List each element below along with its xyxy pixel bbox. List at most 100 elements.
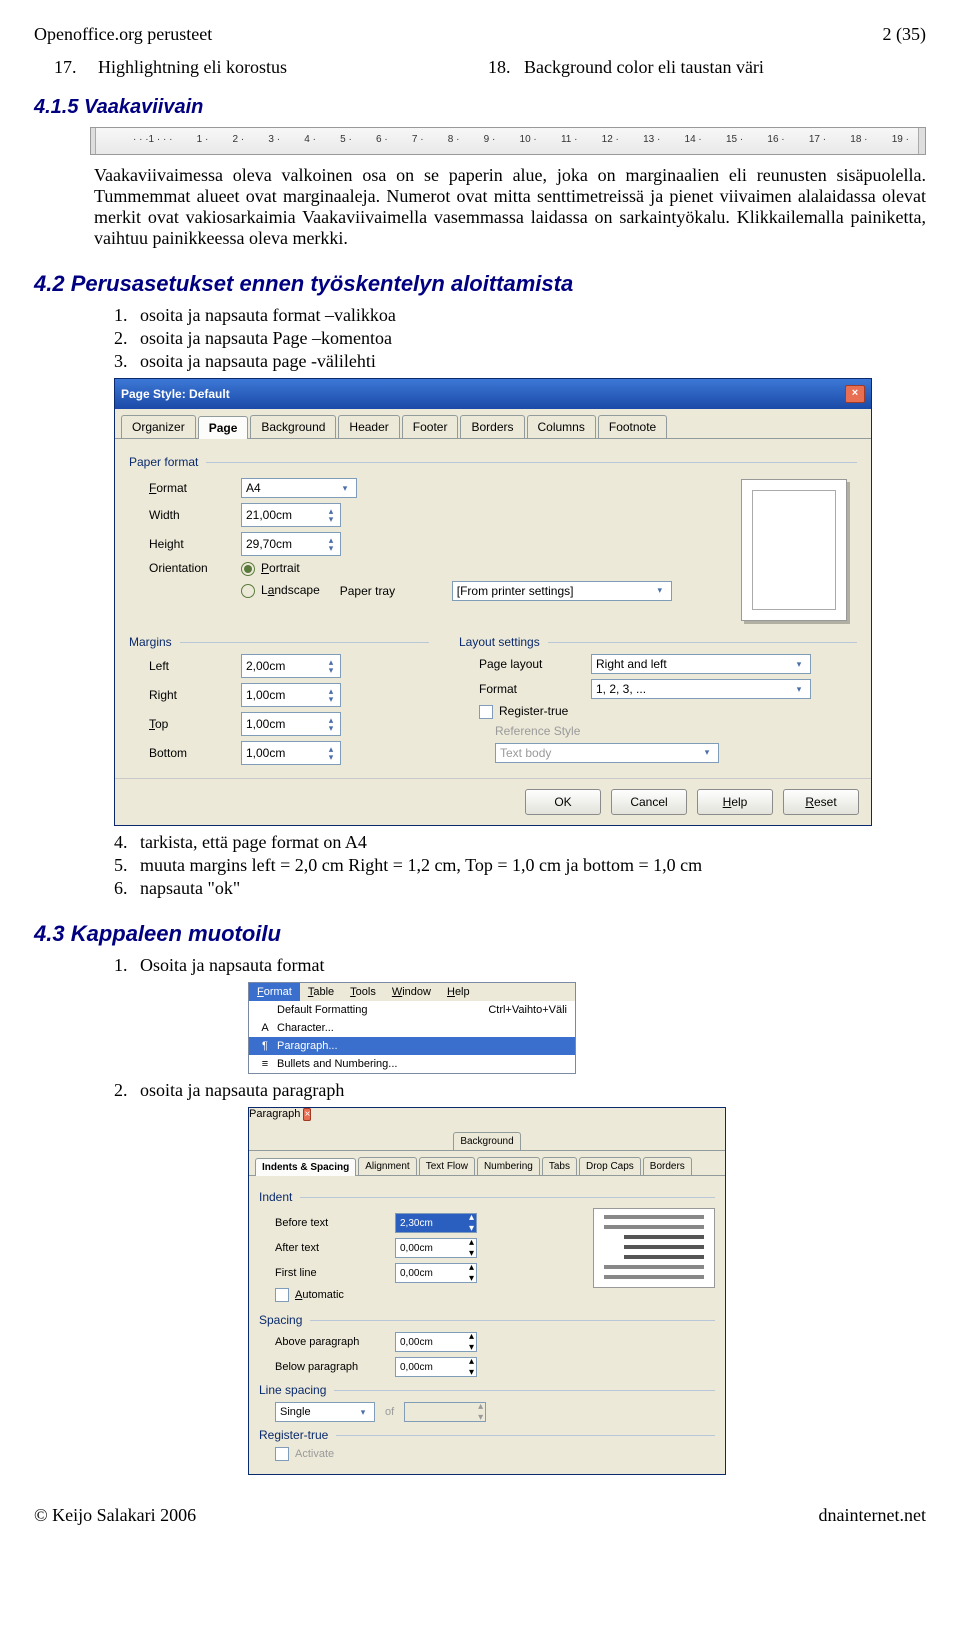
ruler-tick: 19 · — [892, 134, 909, 145]
below-spinner[interactable]: 0,00cm▴▾ — [395, 1357, 477, 1377]
below-paragraph-label: Below paragraph — [275, 1361, 395, 1373]
activate-checkbox: Activate — [275, 1447, 334, 1461]
step-4-3-1: Osoita ja napsauta format — [140, 955, 324, 976]
menu-top-tools[interactable]: Tools — [342, 983, 384, 1001]
width-label: Width — [149, 508, 241, 522]
landscape-radio[interactable]: Landscape — [241, 583, 320, 598]
paragraph-dialog: Paragraph × Background Indents & Spacing… — [248, 1107, 726, 1475]
ruler-tick: 8 · — [448, 134, 460, 145]
reference-style-combo: Text body▾ — [495, 743, 719, 763]
group-spacing: Spacing — [259, 1313, 302, 1327]
line-spacing-combo[interactable]: Single▾ — [275, 1402, 375, 1422]
paper-tray-combo[interactable]: [From printer settings]▾ — [452, 581, 672, 601]
group-layout: Layout settings — [459, 635, 540, 649]
number-format-combo[interactable]: 1, 2, 3, ...▾ — [591, 679, 811, 699]
of-spinner: ▴▾ — [404, 1402, 486, 1422]
above-paragraph-label: Above paragraph — [275, 1336, 395, 1348]
bottom-spinner[interactable]: 1,00cm▴▾ — [241, 741, 341, 765]
para-vaakaviivain: Vaakaviivaimessa oleva valkoinen osa on … — [94, 165, 926, 249]
tab-footnote[interactable]: Footnote — [598, 415, 667, 438]
group-register-true: Register-true — [259, 1428, 328, 1442]
page-layout-combo[interactable]: Right and left▾ — [591, 654, 811, 674]
step: osoita ja napsauta Page –komentoa — [140, 328, 392, 349]
ruler-tick: 6 · — [376, 134, 388, 145]
tab-header[interactable]: Header — [338, 415, 399, 438]
ruler-tick: 1 · — [197, 134, 209, 145]
close-icon[interactable]: × — [303, 1108, 311, 1121]
ruler-tick: 18 · — [850, 134, 867, 145]
bottom-label: Bottom — [149, 746, 241, 760]
menu-item[interactable]: ¶Paragraph... — [249, 1037, 575, 1055]
ruler-right-margin — [918, 128, 925, 154]
ptab-text-flow[interactable]: Text Flow — [419, 1157, 475, 1175]
after-text-spinner[interactable]: 0,00cm▴▾ — [395, 1238, 477, 1258]
group-paper-format: Paper format — [129, 455, 198, 469]
cancel-button[interactable]: Cancel — [611, 789, 687, 815]
ptab-indents-&-spacing[interactable]: Indents & Spacing — [255, 1158, 356, 1176]
menu-top-window[interactable]: Window — [384, 983, 439, 1001]
format-label: Format — [149, 481, 241, 495]
menu-top-help[interactable]: Help — [439, 983, 478, 1001]
item18-label: Background color eli taustan väri — [524, 57, 926, 78]
reset-button[interactable]: Reset — [783, 789, 859, 815]
ruler-tick: 4 · — [304, 134, 316, 145]
menu-item[interactable]: ACharacter... — [249, 1019, 575, 1037]
tab-footer[interactable]: Footer — [402, 415, 459, 438]
menu-top-format[interactable]: Format — [249, 983, 300, 1001]
ptab-borders[interactable]: Borders — [643, 1157, 692, 1175]
top-spinner[interactable]: 1,00cm▴▾ — [241, 712, 341, 736]
close-icon[interactable]: × — [845, 385, 865, 403]
left-spinner[interactable]: 2,00cm▴▾ — [241, 654, 341, 678]
step: tarkista, että page format on A4 — [140, 832, 367, 853]
tab-background[interactable]: Background — [453, 1132, 520, 1150]
group-line-spacing: Line spacing — [259, 1383, 326, 1397]
after-text-label: After text — [275, 1242, 395, 1254]
footer-right: dnainternet.net — [819, 1505, 926, 1526]
first-line-spinner[interactable]: 0,00cm▴▾ — [395, 1263, 477, 1283]
ruler-tick: 5 · — [340, 134, 352, 145]
page-layout-label: Page layout — [479, 657, 591, 671]
dialog-title: Page Style: Default — [121, 387, 230, 401]
ptab-drop-caps[interactable]: Drop Caps — [579, 1157, 641, 1175]
format-combo[interactable]: A4▾ — [241, 478, 357, 498]
ptab-tabs[interactable]: Tabs — [542, 1157, 577, 1175]
menu-item[interactable]: Default FormattingCtrl+Vaihto+Väli — [249, 1001, 575, 1019]
portrait-radio[interactable]: Portrait — [241, 561, 300, 576]
tab-organizer[interactable]: Organizer — [121, 415, 196, 438]
register-true-checkbox[interactable]: Register-true — [479, 704, 568, 719]
step: osoita ja napsauta format –valikkoa — [140, 305, 396, 326]
footer-left: © Keijo Salakari 2006 — [34, 1505, 196, 1526]
tab-borders[interactable]: Borders — [460, 415, 524, 438]
ok-button[interactable]: OK — [525, 789, 601, 815]
ptab-numbering[interactable]: Numbering — [477, 1157, 540, 1175]
menu-item[interactable]: ≡Bullets and Numbering... — [249, 1055, 575, 1073]
ruler-left-margin — [91, 128, 96, 154]
tab-background[interactable]: Background — [250, 415, 336, 438]
step-4-3-2: osoita ja napsauta paragraph — [140, 1080, 344, 1101]
automatic-checkbox[interactable]: Automatic — [275, 1288, 344, 1302]
ruler-tick: 12 · — [602, 134, 619, 145]
doc-title: Openoffice.org perusteet — [34, 24, 212, 45]
before-text-spinner[interactable]: 2,30cm▴▾ — [395, 1213, 477, 1233]
height-label: Height — [149, 537, 241, 551]
width-spinner[interactable]: 21,00cm▴▾ — [241, 503, 341, 527]
paper-tray-label: Paper tray — [340, 584, 452, 598]
ruler-tick: 10 · — [520, 134, 537, 145]
help-button[interactable]: Help — [697, 789, 773, 815]
height-spinner[interactable]: 29,70cm▴▾ — [241, 532, 341, 556]
heading-4-1-5: 4.1.5 Vaakaviivain — [34, 96, 926, 119]
dialog-tabs: OrganizerPageBackgroundHeaderFooterBorde… — [115, 409, 871, 439]
menu-top-table[interactable]: Table — [300, 983, 342, 1001]
ruler-tick: 11 · — [561, 134, 578, 145]
right-spinner[interactable]: 1,00cm▴▾ — [241, 683, 341, 707]
format-menu: FormatTableToolsWindowHelp Default Forma… — [248, 982, 576, 1074]
above-spinner[interactable]: 0,00cm▴▾ — [395, 1332, 477, 1352]
chevron-down-icon: ▾ — [653, 585, 667, 596]
of-label: of — [385, 1406, 394, 1418]
tab-columns[interactable]: Columns — [527, 415, 596, 438]
ruler-tick: 2 · — [233, 134, 245, 145]
menu-icon: ¶ — [257, 1040, 273, 1052]
tab-page[interactable]: Page — [198, 416, 249, 439]
ptab-alignment[interactable]: Alignment — [358, 1157, 416, 1175]
ruler-tick: · · ·1 · · · — [133, 134, 172, 145]
